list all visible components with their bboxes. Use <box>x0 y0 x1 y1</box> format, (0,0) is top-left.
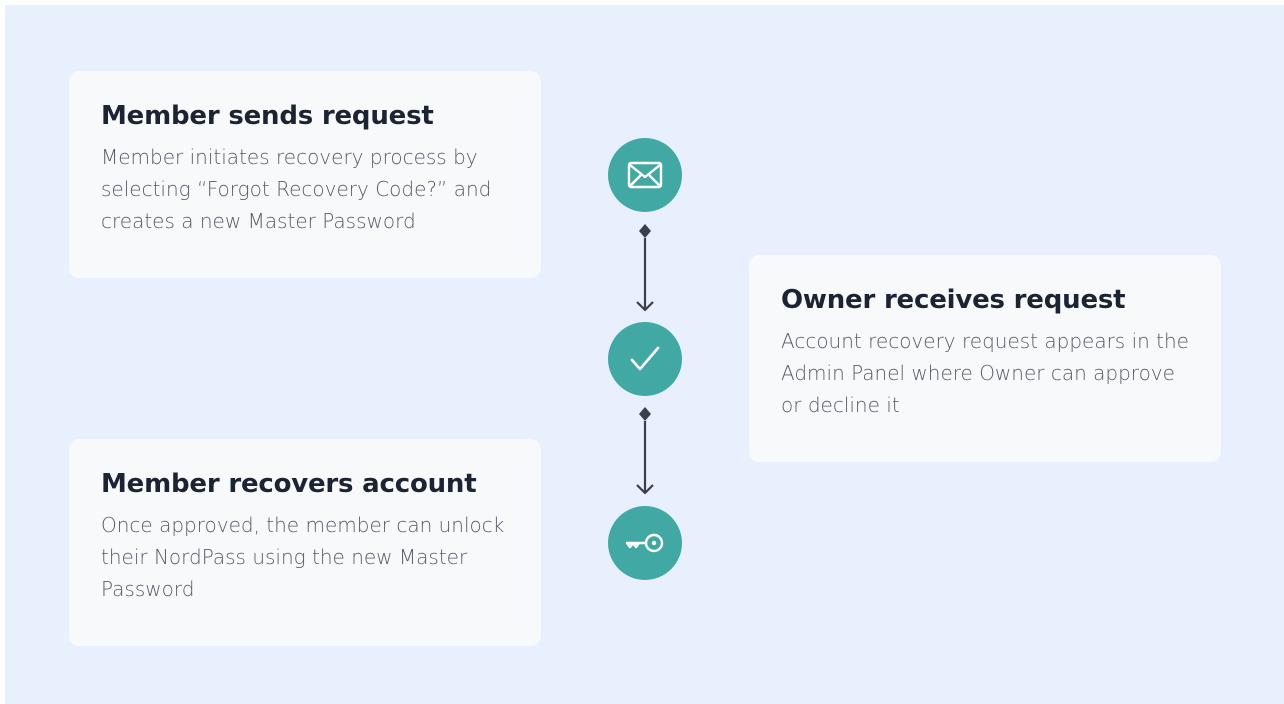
step-card-member-sends-request: Member sends request Member initiates re… <box>69 71 541 278</box>
key-icon <box>625 533 664 553</box>
checkmark-icon <box>630 346 660 371</box>
step-description: Once approved, the member can unlock the… <box>101 513 505 601</box>
step-description: Account recovery request appears in the … <box>781 329 1189 417</box>
step-icon-circle <box>608 506 682 580</box>
connector-arrow <box>636 407 654 495</box>
step-title: Member sends request <box>101 101 434 131</box>
envelope-icon <box>627 161 663 189</box>
step-icon-circle <box>608 322 682 396</box>
step-card-owner-receives-request: Owner receives request Account recovery … <box>749 255 1221 462</box>
step-description: Member initiates recovery process by sel… <box>101 145 492 233</box>
step-title: Owner receives request <box>781 285 1126 315</box>
step-card-member-recovers-account: Member recovers account Once approved, t… <box>69 439 541 646</box>
step-title: Member recovers account <box>101 469 477 499</box>
connector-arrow <box>636 224 654 312</box>
step-icon-circle <box>608 138 682 212</box>
